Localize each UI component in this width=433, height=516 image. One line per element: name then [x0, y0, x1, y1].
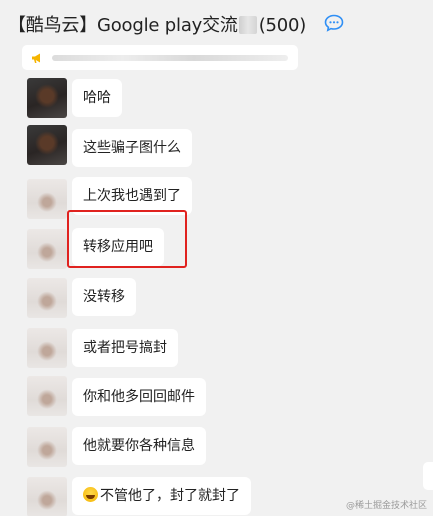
watermark: @稀土掘金技术社区: [345, 501, 427, 511]
avatar[interactable]: [27, 376, 67, 416]
message-bubble[interactable]: 你和他多回回邮件: [72, 378, 206, 416]
chat-header: 【酷鸟云】Google play交流 (500): [0, 0, 433, 44]
avatar[interactable]: [27, 427, 67, 467]
blurred-notice-text: [52, 55, 288, 61]
avatar[interactable]: [27, 278, 67, 318]
avatar[interactable]: [27, 477, 67, 516]
highlight-annotation: [67, 210, 187, 268]
avatar[interactable]: [27, 229, 67, 269]
message-bubble[interactable]: 没转移: [72, 278, 136, 316]
group-notice-bar[interactable]: [22, 45, 298, 70]
group-title: 【酷鸟云】Google play交流 (500): [8, 11, 306, 37]
member-count: (500): [258, 15, 307, 36]
message-bubble[interactable]: 不管他了，封了就封了: [72, 477, 251, 515]
avatar[interactable]: [27, 125, 67, 165]
message-bubble[interactable]: 他就要你各种信息: [72, 427, 206, 465]
message-bubble[interactable]: 或者把号搞封: [72, 329, 178, 367]
blurred-text: [238, 16, 257, 34]
avatar[interactable]: [27, 179, 67, 219]
megaphone-icon: [32, 53, 40, 63]
side-panel-handle[interactable]: [423, 462, 433, 490]
avatar[interactable]: [27, 328, 67, 368]
chat-window: 【酷鸟云】Google play交流 (500) 哈哈 这些骗子图什么 上次我也遇…: [0, 0, 433, 516]
avatar[interactable]: [27, 78, 67, 118]
group-title-prefix: 【酷鸟云】Google play交流: [8, 15, 238, 36]
chat-bubble-icon[interactable]: [324, 14, 344, 32]
message-bubble[interactable]: 这些骗子图什么: [72, 129, 192, 167]
grinning-sweat-emoji-icon: [83, 487, 98, 502]
message-bubble[interactable]: 哈哈: [72, 79, 122, 117]
message-text: 不管他了，封了就封了: [100, 488, 240, 504]
